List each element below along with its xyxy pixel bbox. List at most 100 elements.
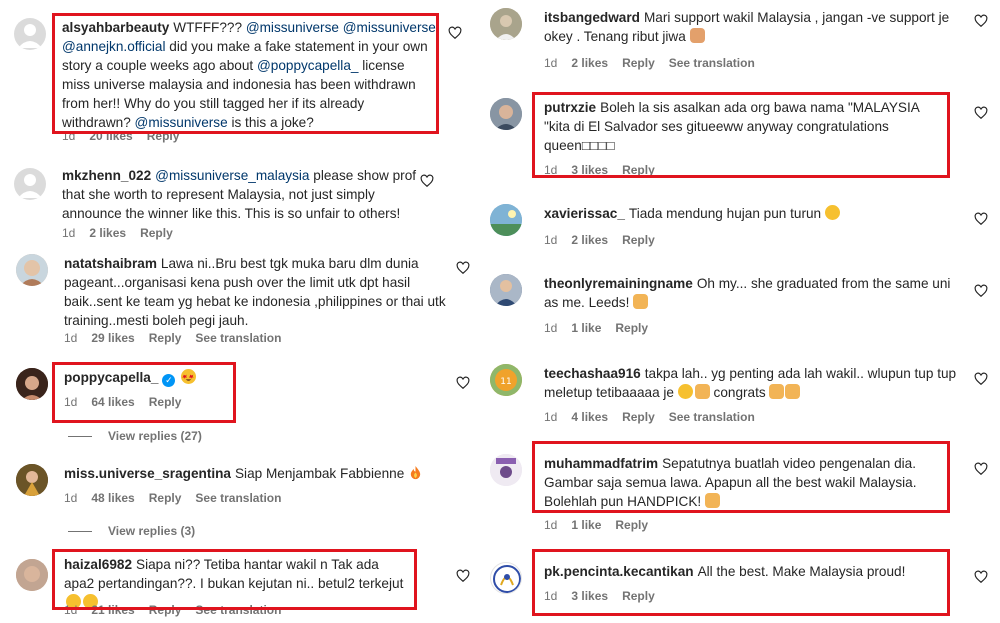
heart-icon[interactable]: [974, 212, 988, 226]
view-replies-button[interactable]: View replies (3): [68, 524, 195, 538]
comment-likes[interactable]: 1 like: [571, 321, 601, 335]
highlight-box: [52, 362, 236, 423]
comment-username[interactable]: miss.universe_sragentina: [64, 466, 231, 481]
reply-button[interactable]: Reply: [149, 331, 182, 345]
avatar[interactable]: [16, 559, 48, 591]
comment-username[interactable]: xavierissac_: [544, 206, 625, 221]
heart-icon[interactable]: [456, 569, 470, 583]
comment-item: natatshaibram Lawa ni..Bru best tgk muka …: [0, 250, 475, 350]
comment-username[interactable]: theonlyremainingname: [544, 276, 693, 291]
highlight-box: [532, 441, 950, 513]
highlight-box: [52, 549, 417, 610]
comment-text: mkzhenn_022 @missuniverse_malaysia please…: [62, 168, 417, 221]
right-comment-column: itsbangedward Mari support wakil Malaysia…: [480, 0, 1000, 623]
reply-button[interactable]: Reply: [615, 518, 648, 532]
laughing-emoji-icon: [824, 205, 840, 220]
comment-text: teechashaa916 takpa lah.. yg penting ada …: [544, 366, 957, 400]
left-comment-column: alsyahbarbeauty WTFFF??? @missuniverse @m…: [0, 0, 475, 623]
raising-hands-emoji-icon: [694, 384, 710, 399]
flexed-biceps-emoji-icon: [689, 28, 705, 43]
svg-text:11: 11: [500, 377, 511, 387]
reply-button[interactable]: Reply: [622, 56, 655, 70]
heart-icon[interactable]: [448, 26, 462, 40]
reply-button[interactable]: Reply: [615, 321, 648, 335]
comment-meta: 1d 1 like Reply: [544, 321, 662, 335]
comment-username[interactable]: mkzhenn_022: [62, 168, 151, 183]
see-translation-link[interactable]: See translation: [195, 331, 281, 345]
heart-icon[interactable]: [420, 174, 434, 188]
comment-time[interactable]: 1d: [544, 321, 557, 335]
see-translation-link[interactable]: See translation: [195, 491, 281, 505]
comment-item: mkzhenn_022 @missuniverse_malaysia please…: [0, 160, 475, 245]
see-translation-link[interactable]: See translation: [669, 410, 755, 424]
avatar[interactable]: [14, 168, 46, 200]
comment-item: 11 teechashaa916 takpa lah.. yg penting a…: [480, 358, 1000, 438]
see-translation-link[interactable]: See translation: [669, 56, 755, 70]
comment-likes[interactable]: 1 like: [571, 518, 601, 532]
comment-meta: 1d 2 likes Reply: [544, 233, 669, 247]
avatar[interactable]: [490, 98, 522, 130]
comment-meta: 1d 29 likes Reply See translation: [64, 331, 295, 345]
heart-icon[interactable]: [974, 570, 988, 584]
highlight-box: [52, 13, 439, 134]
comment-meta: 1d 4 likes Reply See translation: [544, 410, 769, 424]
comment-likes[interactable]: 2 likes: [89, 226, 126, 240]
comment-time[interactable]: 1d: [62, 226, 75, 240]
avatar[interactable]: [16, 368, 48, 400]
avatar[interactable]: [14, 18, 46, 50]
view-replies-button[interactable]: View replies (27): [68, 429, 202, 443]
comment-time[interactable]: 1d: [544, 518, 557, 532]
avatar[interactable]: [490, 454, 522, 486]
mention-link[interactable]: @missuniverse_malaysia: [155, 168, 309, 183]
raising-hands-emoji-icon: [633, 294, 649, 309]
comment-username[interactable]: teechashaa916: [544, 366, 641, 381]
comment-text: itsbangedward Mari support wakil Malaysia…: [544, 10, 950, 44]
highlight-box: [532, 92, 950, 178]
comment-time[interactable]: 1d: [544, 56, 557, 70]
comment-time[interactable]: 1d: [544, 233, 557, 247]
reply-button[interactable]: Reply: [622, 233, 655, 247]
comment-text: miss.universe_sragentina Siap Menjambak F…: [64, 464, 444, 483]
heart-icon[interactable]: [974, 372, 988, 386]
comment-text: natatshaibram Lawa ni..Bru best tgk muka …: [64, 256, 446, 328]
avatar[interactable]: [16, 254, 48, 286]
comment-meta: 1d 2 likes Reply See translation: [544, 56, 769, 70]
crying-emoji-icon: [677, 384, 693, 399]
comment-likes[interactable]: 29 likes: [91, 331, 134, 345]
comment-username[interactable]: natatshaibram: [64, 256, 157, 271]
comment-meta: 1d 2 likes Reply: [62, 226, 187, 240]
avatar[interactable]: [490, 204, 522, 236]
comment-likes[interactable]: 48 likes: [91, 491, 134, 505]
comment-item: xavierissac_ Tiada mendung hujan pun turu…: [480, 198, 1000, 258]
comment-time[interactable]: 1d: [64, 491, 77, 505]
comment-text: xavierissac_ Tiada mendung hujan pun turu…: [544, 204, 964, 223]
comment-text: theonlyremainingname Oh my... she graduat…: [544, 276, 951, 310]
reply-button[interactable]: Reply: [622, 410, 655, 424]
avatar[interactable]: [490, 562, 522, 594]
comment-likes[interactable]: 4 likes: [571, 410, 608, 424]
divider-line: [68, 436, 92, 438]
comment-time[interactable]: 1d: [64, 331, 77, 345]
avatar[interactable]: [490, 8, 522, 40]
comment-username[interactable]: itsbangedward: [544, 10, 640, 25]
avatar[interactable]: [16, 464, 48, 496]
comment-likes[interactable]: 2 likes: [571, 233, 608, 247]
heart-icon[interactable]: [974, 284, 988, 298]
fire-emoji-icon: [408, 465, 423, 480]
highlight-box: [532, 549, 950, 616]
comment-likes[interactable]: 2 likes: [571, 56, 608, 70]
comment-item: theonlyremainingname Oh my... she graduat…: [480, 268, 1000, 348]
heart-icon[interactable]: [974, 106, 988, 120]
divider-line: [68, 531, 92, 533]
reply-button[interactable]: Reply: [149, 491, 182, 505]
clapping-hands-emoji-icon: [785, 384, 801, 399]
avatar[interactable]: 11: [490, 364, 522, 396]
heart-icon[interactable]: [456, 376, 470, 390]
reply-button[interactable]: Reply: [140, 226, 173, 240]
heart-icon[interactable]: [456, 261, 470, 275]
comment-time[interactable]: 1d: [544, 410, 557, 424]
heart-icon[interactable]: [974, 14, 988, 28]
heart-icon[interactable]: [974, 462, 988, 476]
comment-item: itsbangedward Mari support wakil Malaysia…: [480, 0, 1000, 80]
avatar[interactable]: [490, 274, 522, 306]
